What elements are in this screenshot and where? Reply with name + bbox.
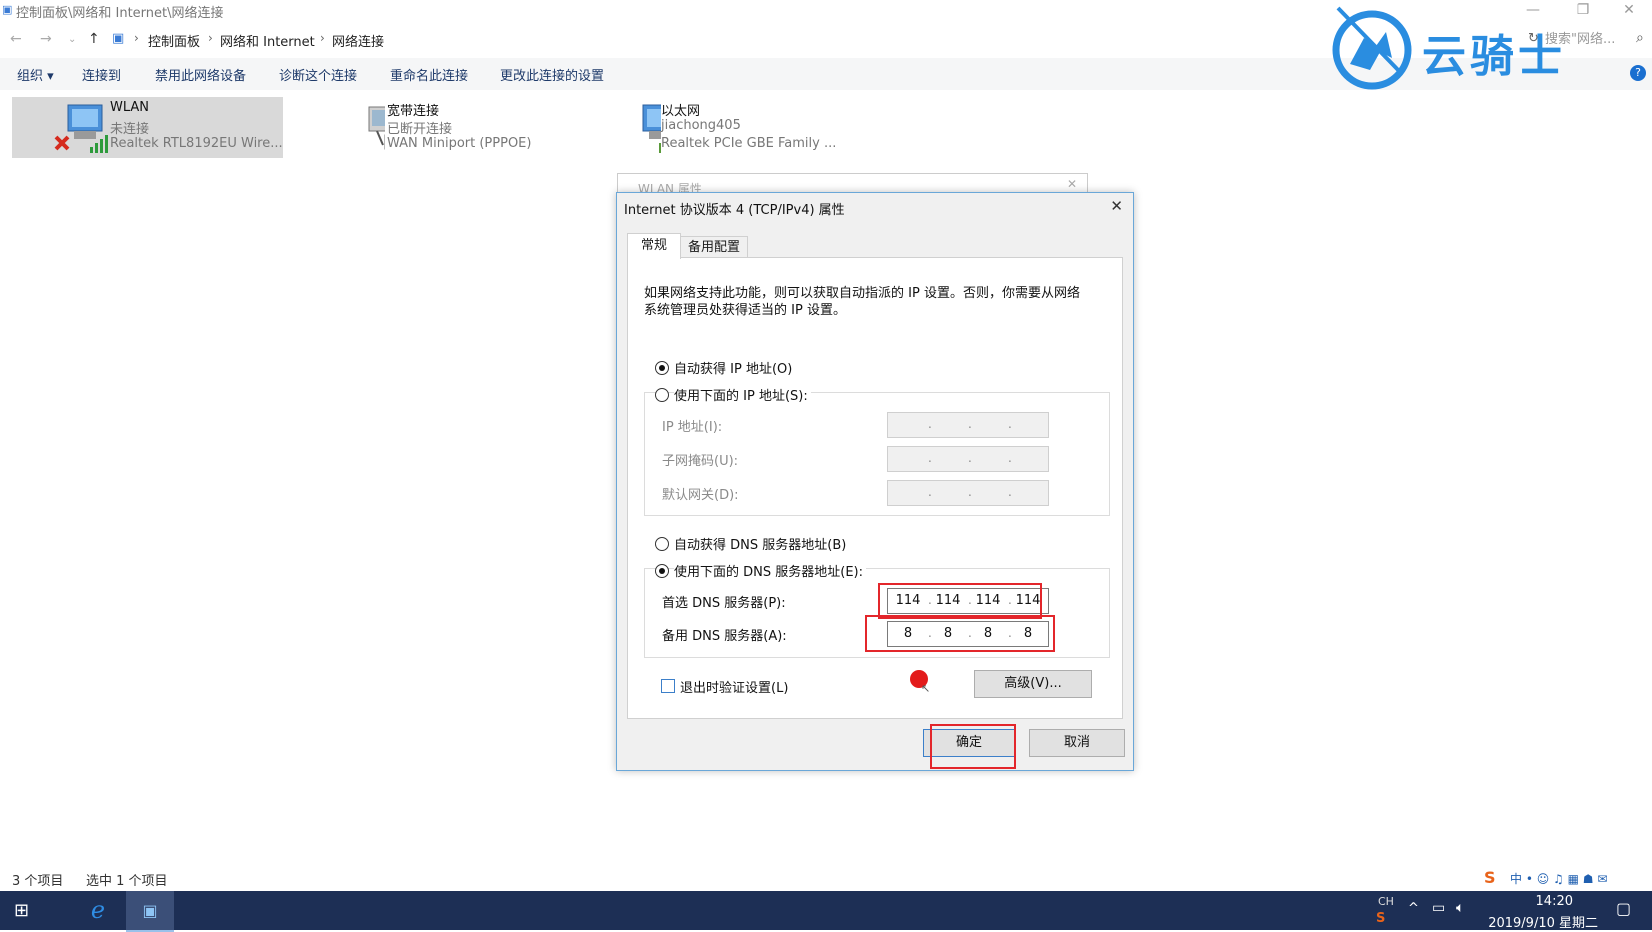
connection-device: WAN Miniport (PPPOE) (387, 136, 532, 151)
dialog-title: Internet 协议版本 4 (TCP/IPv4) 属性 (624, 203, 845, 218)
connection-item-wlan[interactable]: WLAN 未连接 Realtek RTL8192EU Wire... (12, 97, 283, 158)
tab-general-label: 常规 (640, 238, 667, 253)
connection-device: Realtek RTL8192EU Wire... (110, 136, 283, 151)
intro-text-line2: 系统管理员处获得适当的 IP 设置。 (644, 303, 846, 318)
auto-dns-radio[interactable] (655, 537, 669, 551)
watermark-text: 云骑士 (1422, 31, 1566, 82)
ok-button-highlight (930, 724, 1016, 769)
windows-start-icon[interactable]: ⊞ (14, 900, 29, 921)
organize-menu[interactable]: 组织 ▾ (17, 65, 54, 84)
tab-general[interactable]: 常规 (627, 233, 681, 259)
control-panel-icon: ▣ (2, 3, 13, 16)
connection-name: 以太网 (661, 104, 701, 119)
auto-ip-label: 自动获得 IP 地址(O) (674, 362, 793, 377)
status-bar: 3 个项目 选中 1 个项目 S 中 • ☺ ♫ ▦ ☗ ✉ (0, 868, 1652, 890)
action-center-icon[interactable]: ▢ (1616, 899, 1631, 918)
change-settings-button[interactable]: 更改此连接的设置 (500, 65, 604, 84)
connection-status: jiachong405 (661, 118, 741, 133)
selected-count: 选中 1 个项目 (86, 874, 168, 889)
breadcrumb-network-connections[interactable]: 网络连接 (332, 31, 384, 50)
cancel-button-label: 取消 (1063, 735, 1090, 750)
connection-item-broadband[interactable]: 宽带连接 已断开连接 WAN Miniport (PPPOE) (287, 97, 557, 158)
ime-toolbar-icons[interactable]: 中 • ☺ ♫ ▦ ☗ ✉ (1510, 870, 1607, 887)
watermark-logo: 云骑士 (1330, 0, 1610, 95)
connection-status: 已断开连接 (387, 122, 453, 137)
control-panel-taskbar-icon[interactable]: ▣ (126, 891, 174, 932)
subnet-mask-field: ... (887, 446, 1049, 472)
default-gateway-label: 默认网关(D): (662, 488, 739, 503)
search-icon[interactable]: ⌕ (1636, 30, 1644, 46)
manual-ip-label: 使用下面的 IP 地址(S): (674, 385, 811, 404)
help-icon[interactable]: ? (1630, 65, 1646, 81)
ip-address-field: ... (887, 412, 1049, 438)
taskbar: ⊞ e ▣ CH S ^ ▭ 🔈︎ 14:20 2019/9/10 星期二 ▢ (0, 891, 1652, 932)
alternate-dns-label: 备用 DNS 服务器(A): (662, 629, 787, 644)
item-count: 3 个项目 (12, 874, 64, 889)
breadcrumb-separator-icon: › (208, 31, 213, 45)
connection-device: Realtek PCIe GBE Family ... (661, 136, 837, 151)
network-tray-icon[interactable]: ▭ (1432, 900, 1445, 916)
up-arrow-icon[interactable]: ↑ (88, 31, 100, 47)
connect-to-button[interactable]: 连接到 (82, 65, 121, 84)
ethernet-adapter-icon (642, 104, 661, 153)
input-language-indicator[interactable]: CH (1378, 895, 1394, 908)
wlan-adapter-icon (54, 104, 108, 153)
back-arrow-icon[interactable]: ← (10, 31, 22, 47)
network-folder-icon: ▣ (112, 31, 125, 46)
forward-arrow-icon[interactable]: → (40, 31, 52, 47)
knight-logo-icon (1332, 6, 1412, 90)
close-window-button[interactable]: ✕ (1606, 0, 1652, 20)
validate-on-exit-label: 退出时验证设置(L) (680, 681, 789, 696)
close-icon[interactable]: ✕ (1067, 177, 1077, 191)
connection-name: WLAN (110, 100, 150, 115)
alternate-dns-highlight (865, 615, 1055, 652)
general-tab-panel: 如果网络支持此功能，则可以获取自动指派的 IP 设置。否则，你需要从网络 系统管… (627, 257, 1123, 719)
clock-time[interactable]: 14:20 (1536, 894, 1573, 909)
breadcrumb-separator-icon: › (134, 31, 139, 45)
dialog-close-button[interactable]: ✕ (1110, 197, 1123, 215)
disable-device-button[interactable]: 禁用此网络设备 (155, 65, 246, 84)
rename-button[interactable]: 重命名此连接 (390, 65, 468, 84)
manual-ip-radio[interactable] (655, 388, 669, 402)
tab-alternate-config[interactable]: 备用配置 (680, 236, 748, 258)
connection-name: 宽带连接 (387, 104, 440, 119)
breadcrumb-network-internet[interactable]: 网络和 Internet (220, 31, 315, 50)
wlan-properties-dialog: WLAN 属性 ✕ (617, 173, 1088, 196)
ime-taskbar-icon[interactable]: S (1376, 911, 1385, 926)
preferred-dns-label: 首选 DNS 服务器(P): (662, 596, 786, 611)
volume-icon[interactable]: 🔈︎ (1456, 900, 1464, 916)
clock-date[interactable]: 2019/9/10 星期二 (1488, 912, 1598, 931)
tab-alternate-label: 备用配置 (687, 240, 740, 255)
ime-logo-icon[interactable]: S (1484, 868, 1496, 887)
recent-chevron-icon[interactable]: ⌄ (68, 34, 76, 45)
validate-on-exit-checkbox[interactable] (661, 679, 675, 693)
advanced-button-label: 高级(V)... (1004, 676, 1062, 691)
ip-address-label: IP 地址(I): (662, 420, 723, 435)
show-hidden-icons-icon[interactable]: ^ (1408, 901, 1419, 916)
subnet-mask-label: 子网掩码(U): (662, 454, 739, 469)
connection-status: 未连接 (110, 122, 150, 137)
default-gateway-field: ... (887, 480, 1049, 506)
cancel-button[interactable]: 取消 (1029, 729, 1125, 757)
broadband-adapter-icon (368, 106, 385, 150)
mouse-cursor-icon: ↖ (921, 682, 931, 695)
manual-dns-radio[interactable] (655, 564, 669, 578)
internet-explorer-icon[interactable]: e (72, 891, 124, 930)
auto-dns-label: 自动获得 DNS 服务器地址(B) (674, 538, 847, 553)
diagnose-button[interactable]: 诊断这个连接 (279, 65, 357, 84)
manual-dns-label: 使用下面的 DNS 服务器地址(E): (674, 561, 866, 580)
breadcrumb-control-panel[interactable]: 控制面板 (148, 31, 200, 50)
connection-item-ethernet[interactable]: 以太网 jiachong405 Realtek PCIe GBE Family … (563, 97, 853, 158)
auto-ip-radio[interactable] (655, 361, 669, 375)
ipv4-properties-dialog: Internet 协议版本 4 (TCP/IPv4) 属性 ✕ 常规 备用配置 … (616, 192, 1134, 771)
preferred-dns-highlight (878, 583, 1042, 619)
advanced-button[interactable]: 高级(V)... (974, 670, 1092, 698)
breadcrumb-separator-icon: › (320, 31, 325, 45)
window-title: 控制面板\网络和 Internet\网络连接 (16, 6, 224, 21)
